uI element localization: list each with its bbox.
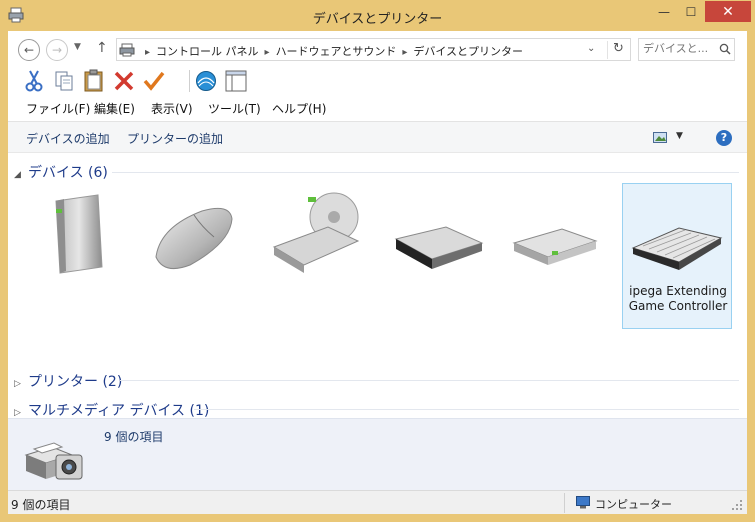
group-divider bbox=[112, 172, 739, 173]
breadcrumb-hardware-sound[interactable]: ハードウェアとサウンド bbox=[276, 45, 397, 58]
breadcrumb: ▸ コントロール パネル ▸ ハードウェアとサウンド ▸ デバイスとプリンター bbox=[139, 43, 523, 59]
menu-file[interactable]: ファイル(F) bbox=[26, 100, 90, 117]
view-options-dropdown[interactable]: ▼ bbox=[676, 131, 683, 141]
external-drive-icon bbox=[512, 228, 598, 265]
address-history-dropdown[interactable]: ⌄ bbox=[587, 43, 595, 54]
printer-camera-icon bbox=[24, 442, 83, 480]
device-item[interactable] bbox=[498, 183, 608, 329]
explorer-body: ← → ▼ ↑ ▸ コントロール パネル ▸ ハードウェアとサウンド ▸ デバイスとプリン… bbox=[8, 31, 747, 514]
breadcrumb-control-panel[interactable]: コントロール パネル bbox=[156, 45, 259, 58]
group-devices-header[interactable]: ◢ デバイス (6) bbox=[14, 162, 108, 182]
window-frame: デバイスとプリンター — ☐ ✕ ← → ▼ ↑ ▸ コントロール パネル ▸ … bbox=[0, 0, 755, 522]
status-bar: 9 個の項目 コンピューター bbox=[8, 490, 747, 514]
expand-triangle-icon[interactable]: ▷ bbox=[14, 379, 28, 389]
computer-icon bbox=[576, 496, 590, 509]
resize-grip-icon[interactable] bbox=[731, 499, 743, 511]
maximize-button[interactable]: ☐ bbox=[678, 1, 704, 22]
keyboard-icon bbox=[631, 227, 723, 270]
group-printers-label: プリンター (2) bbox=[28, 374, 123, 390]
check-icon[interactable] bbox=[142, 69, 166, 93]
arrow-up-icon: ↑ bbox=[96, 40, 108, 56]
arrow-right-icon: → bbox=[51, 43, 63, 57]
group-devices-label: デバイス (6) bbox=[28, 165, 108, 181]
help-icon[interactable]: ? bbox=[716, 130, 732, 146]
cut-icon[interactable] bbox=[22, 69, 46, 93]
refresh-icon: ↻ bbox=[613, 41, 624, 56]
address-bar[interactable]: ▸ コントロール パネル ▸ ハードウェアとサウンド ▸ デバイスとプリンター ⌄ ↻ bbox=[116, 38, 631, 61]
group-divider bbox=[120, 380, 739, 381]
toolbar-divider bbox=[189, 70, 190, 92]
computer-tower-icon bbox=[55, 194, 103, 274]
chevron-right-icon[interactable]: ▸ bbox=[265, 47, 270, 58]
search-box[interactable] bbox=[638, 38, 735, 61]
back-button[interactable]: ← bbox=[18, 39, 40, 61]
close-button[interactable]: ✕ bbox=[705, 1, 751, 22]
properties-icon[interactable] bbox=[224, 69, 248, 93]
minimize-button[interactable]: — bbox=[650, 1, 678, 22]
device-item-game-controller[interactable]: ipega Extending Game Controller bbox=[622, 183, 732, 329]
menu-bar: ファイル(F) 編集(E) 表示(V) ツール(T) ヘルプ(H) bbox=[8, 97, 747, 119]
add-device-button[interactable]: デバイスの追加 bbox=[26, 130, 110, 147]
paste-icon[interactable] bbox=[82, 69, 106, 93]
device-item[interactable] bbox=[136, 183, 246, 329]
device-list: ◢ デバイス (6) ipega Extending Game Controll… bbox=[8, 153, 747, 420]
search-input[interactable] bbox=[643, 42, 717, 55]
delete-icon[interactable] bbox=[112, 69, 136, 93]
menu-edit[interactable]: 編集(E) bbox=[94, 100, 135, 117]
add-printer-button[interactable]: プリンターの追加 bbox=[127, 130, 223, 147]
group-divider bbox=[194, 409, 739, 410]
recent-locations-dropdown[interactable]: ▼ bbox=[74, 42, 81, 52]
up-button[interactable]: ↑ bbox=[96, 40, 108, 56]
arrow-left-icon: ← bbox=[23, 43, 35, 57]
copy-icon[interactable] bbox=[52, 69, 76, 93]
status-location: コンピューター bbox=[595, 498, 672, 511]
menu-help[interactable]: ヘルプ(H) bbox=[272, 100, 326, 117]
view-options-icon[interactable] bbox=[653, 132, 667, 143]
status-item-count: 9 個の項目 bbox=[11, 498, 71, 512]
item-count-text: 9 個の項目 bbox=[104, 430, 164, 444]
collapse-triangle-icon[interactable]: ◢ bbox=[14, 170, 28, 180]
address-row: ← → ▼ ↑ ▸ コントロール パネル ▸ ハードウェアとサウンド ▸ デバイスとプリン… bbox=[8, 31, 747, 67]
group-multimedia-header[interactable]: ▷ マルチメディア デバイス (1) bbox=[14, 400, 209, 420]
device-item[interactable] bbox=[382, 183, 492, 329]
storage-drive-icon bbox=[272, 192, 360, 273]
keyboard-device-icon bbox=[394, 226, 484, 269]
control-panel-icon bbox=[119, 43, 135, 57]
menu-view[interactable]: 表示(V) bbox=[151, 100, 193, 117]
menu-tools[interactable]: ツール(T) bbox=[208, 100, 261, 117]
title-bar: デバイスとプリンター — ☐ ✕ bbox=[0, 0, 755, 31]
breadcrumb-devices-printers[interactable]: デバイスとプリンター bbox=[413, 45, 523, 58]
mouse-icon bbox=[155, 207, 233, 270]
group-printers-header[interactable]: ▷ プリンター (2) bbox=[14, 371, 122, 391]
details-pane: 9 個の項目 bbox=[8, 418, 747, 490]
shell-icon[interactable] bbox=[194, 69, 218, 93]
refresh-button[interactable]: ↻ bbox=[607, 41, 629, 59]
chevron-right-icon[interactable]: ▸ bbox=[145, 47, 150, 58]
icon-toolbar bbox=[8, 67, 747, 97]
group-multimedia-label: マルチメディア デバイス (1) bbox=[28, 403, 210, 419]
window-title: デバイスとプリンター bbox=[312, 12, 443, 27]
chevron-right-icon[interactable]: ▸ bbox=[402, 47, 407, 58]
search-icon bbox=[719, 43, 731, 55]
device-item[interactable] bbox=[20, 183, 130, 329]
forward-button[interactable]: → bbox=[46, 39, 68, 61]
command-bar: デバイスの追加 プリンターの追加 ▼ ? bbox=[8, 121, 747, 153]
status-divider bbox=[564, 493, 565, 513]
device-item[interactable] bbox=[262, 183, 372, 329]
expand-triangle-icon[interactable]: ▷ bbox=[14, 408, 28, 418]
device-label: ipega Extending Game Controller bbox=[628, 284, 728, 313]
